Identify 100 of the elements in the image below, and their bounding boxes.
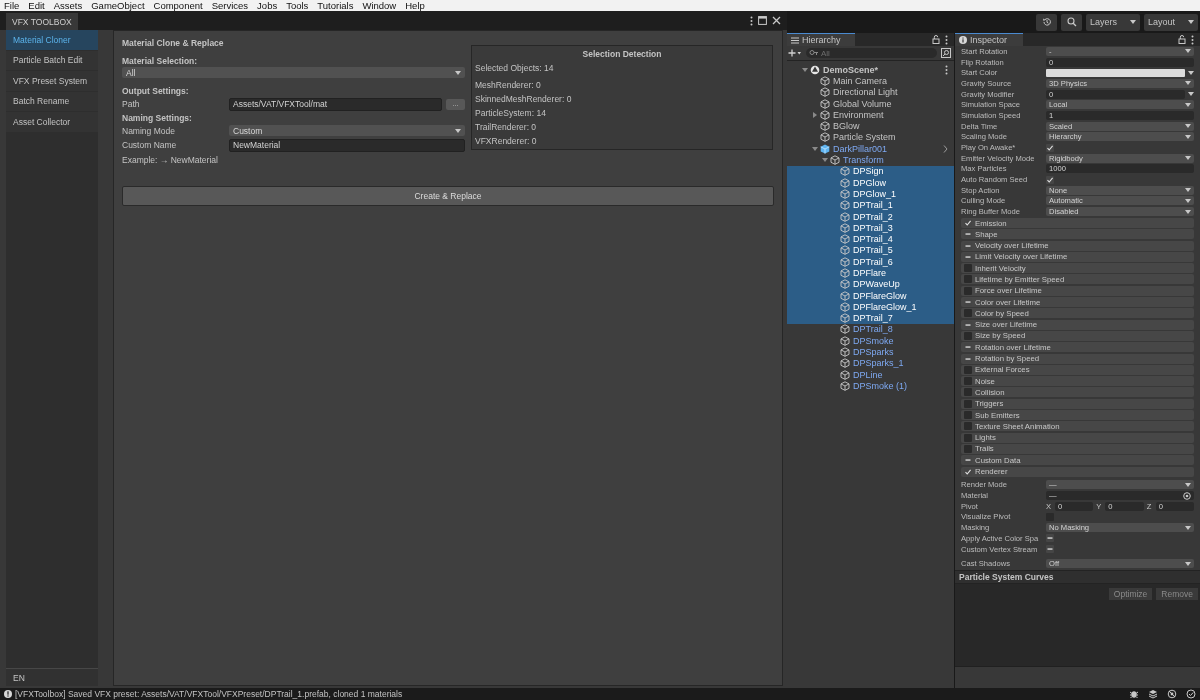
count-text: TrailRenderer: 0 [475, 121, 538, 134]
menu-item[interactable]: Edit [28, 0, 45, 11]
checkbox[interactable] [964, 309, 972, 318]
add-button[interactable] [788, 49, 802, 57]
search-button[interactable] [1061, 13, 1082, 31]
menu-item[interactable]: Tools [286, 0, 309, 11]
nav-item[interactable]: Asset Collector [6, 112, 98, 132]
menu-item[interactable]: Services [211, 0, 249, 11]
checkbox[interactable] [964, 467, 972, 476]
target-icon[interactable] [1183, 491, 1191, 500]
checkbox[interactable] [964, 433, 972, 442]
create-replace-button[interactable]: Create & Replace [122, 186, 774, 206]
checkbox[interactable] [964, 411, 972, 420]
tree-item[interactable]: Main Camera [787, 75, 954, 87]
checkbox[interactable] [964, 331, 972, 340]
tree-item[interactable]: DPTrail_8 [787, 323, 954, 336]
search-field[interactable]: All [806, 48, 937, 58]
menu-item[interactable]: GameObject [91, 0, 145, 11]
cube-icon [840, 324, 850, 335]
inspector-tab[interactable]: Inspector [955, 33, 1023, 46]
tree-item[interactable]: DPTrail_4 [787, 233, 954, 245]
tree-item[interactable]: Global Volume [787, 97, 954, 110]
checkbox[interactable] [964, 444, 972, 453]
tree-item[interactable]: DPWaveUp [787, 278, 954, 290]
menu-item[interactable]: File [4, 0, 20, 11]
menu-item[interactable]: Assets [53, 0, 83, 11]
layers-icon[interactable] [1148, 689, 1158, 699]
search-options-icon[interactable] [941, 48, 951, 58]
checkbox[interactable] [964, 422, 972, 431]
checkbox[interactable] [964, 275, 972, 284]
menu-item[interactable]: Tutorials [317, 0, 354, 11]
tree-item[interactable]: DarkPillar001 [787, 143, 954, 155]
menu-item[interactable]: Help [405, 0, 425, 11]
checkbox[interactable] [1046, 534, 1054, 543]
lock-icon[interactable] [932, 35, 940, 44]
caret-icon[interactable] [802, 66, 808, 73]
tree-item[interactable]: DPFlare [787, 267, 954, 279]
nav-item[interactable]: VFX Preset System [6, 71, 98, 91]
caret-icon[interactable] [812, 145, 818, 152]
history-button[interactable] [1036, 13, 1057, 31]
tree-item[interactable]: DPTrail_3 [787, 222, 954, 234]
dropdown[interactable]: Custom [229, 125, 465, 136]
menu-item[interactable]: Window [362, 0, 397, 11]
close-icon[interactable] [772, 16, 781, 25]
color-swatch[interactable] [1046, 68, 1185, 77]
count-text: Selected Objects: 14 [475, 62, 555, 75]
bug-icon[interactable] [1129, 689, 1139, 699]
layout-dropdown[interactable]: Layout [1144, 13, 1198, 31]
checkbox[interactable] [964, 219, 972, 227]
section-header[interactable]: Particle System Curves [955, 570, 1200, 585]
hierarchy-tab[interactable]: Hierarchy [787, 33, 855, 46]
tree-item[interactable]: DPTrail_7 [787, 312, 954, 324]
caret-icon[interactable] [812, 111, 818, 118]
tree-item[interactable]: Directional Light [787, 86, 954, 98]
lock-icon[interactable] [1178, 35, 1186, 44]
panel-title: Material Clone & Replace [122, 38, 225, 48]
tree-item[interactable]: Environment [787, 109, 954, 121]
tree-item[interactable]: BGlow [787, 120, 954, 132]
checkbox[interactable] [964, 365, 972, 374]
menu-dots-icon[interactable] [945, 34, 948, 45]
caret-icon[interactable] [822, 157, 828, 163]
nav-item[interactable]: Batch Rename [6, 91, 98, 111]
checkbox[interactable] [1046, 143, 1054, 152]
menu-item[interactable]: Jobs [257, 0, 278, 11]
checkbox[interactable] [964, 388, 972, 397]
dropdown[interactable]: All [122, 67, 465, 78]
tree-item[interactable]: DPSmoke (1) [787, 380, 954, 392]
layers-dropdown[interactable]: Layers [1086, 13, 1140, 31]
menu-dots-icon[interactable] [750, 15, 753, 26]
tree-item[interactable]: DPLine [787, 369, 954, 381]
checkbox[interactable] [964, 377, 972, 386]
check-circle-icon[interactable] [1186, 689, 1196, 699]
nav-item[interactable]: Particle Batch Edit [6, 50, 98, 70]
tree-item[interactable]: Particle System [787, 131, 954, 144]
tree-item[interactable]: DPSmoke [787, 335, 954, 347]
tree-item[interactable]: DPTrail_6 [787, 256, 954, 268]
tree-item[interactable]: DPSparks [787, 346, 954, 358]
cube-icon [840, 290, 850, 301]
path-field[interactable]: Assets/VAT/VFXTool/mat [229, 97, 442, 111]
tree-item[interactable]: DPTrail_1 [787, 199, 954, 211]
checkbox[interactable] [964, 286, 972, 295]
name-field[interactable]: NewMaterial [229, 138, 465, 152]
chevron-icon[interactable] [943, 144, 948, 153]
tree-item[interactable]: DPFlareGlow_1 [787, 301, 954, 313]
maximize-icon[interactable] [758, 16, 767, 25]
tree-item[interactable]: DPSparks_1 [787, 357, 954, 369]
checkbox[interactable] [1046, 545, 1054, 553]
tree-item[interactable]: DemoScene* [787, 64, 954, 76]
tree-item[interactable]: Transform [787, 154, 954, 166]
checkbox[interactable] [964, 264, 972, 273]
menu-dots-icon[interactable] [1191, 34, 1194, 45]
menu-item[interactable]: Component [153, 0, 203, 11]
curve-action-button[interactable]: Optimize [1108, 588, 1153, 601]
tree-item[interactable]: DPSign [787, 165, 954, 177]
checkbox[interactable] [1046, 175, 1054, 184]
checkbox[interactable] [964, 399, 972, 408]
nav-item[interactable]: Material Cloner [6, 30, 98, 50]
tree-item[interactable]: DPGlow_1 [787, 188, 954, 200]
menu-dots-icon[interactable] [945, 64, 948, 75]
window-tab[interactable]: VFX TOOLBOX [6, 13, 78, 30]
